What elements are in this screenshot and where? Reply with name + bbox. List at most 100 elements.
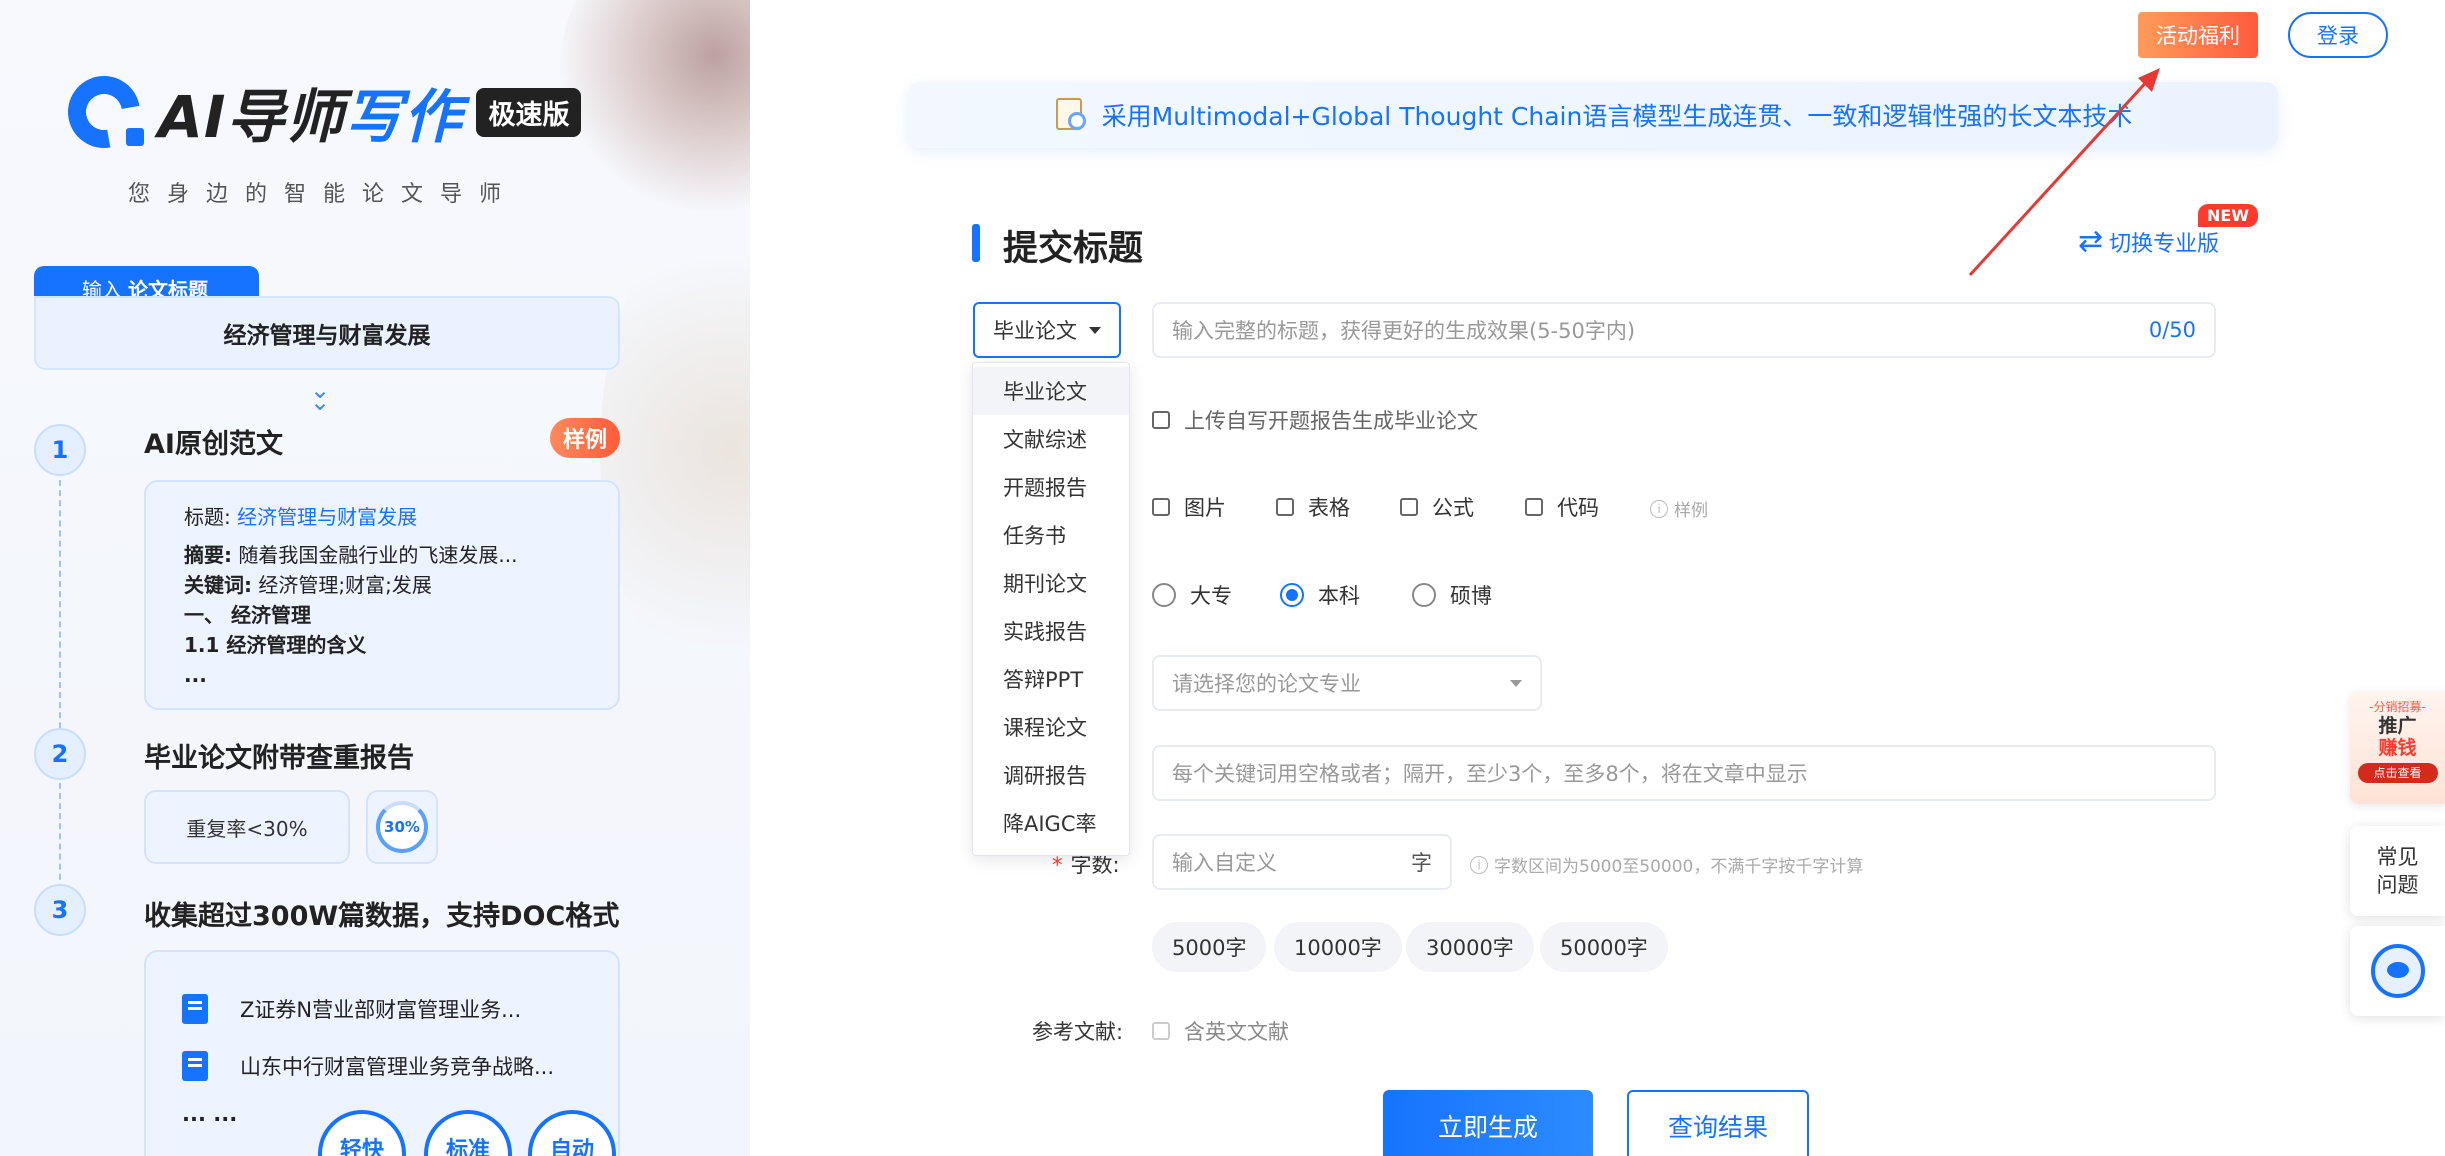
step-number-1: 1 [34, 424, 86, 476]
step-title-2: 毕业论文附带查重报告 [144, 736, 414, 781]
extra-image-checkbox[interactable]: 图片 [1152, 492, 1226, 522]
dropdown-item[interactable]: 毕业论文 [973, 367, 1129, 415]
wordcount-tag-10000[interactable]: 10000字 [1274, 922, 1402, 972]
dropdown-item[interactable]: 降AIGC率 [973, 799, 1129, 847]
reference-label: 参考文献: [1032, 1020, 1124, 1044]
sample-badge[interactable]: 样例 [550, 418, 620, 458]
example-title-box: 经济管理与财富发展 [34, 296, 620, 370]
level-label: 本科 [1318, 584, 1360, 608]
query-result-button[interactable]: 查询结果 [1627, 1090, 1809, 1156]
logo-mark-icon [53, 61, 155, 163]
level-label: 硕博 [1450, 584, 1492, 608]
sample-heading-1: 一、 经济管理 [184, 603, 311, 627]
dropdown-item[interactable]: 实践报告 [973, 607, 1129, 655]
login-button[interactable]: 登录 [2288, 12, 2388, 58]
wordcount-tag-5000[interactable]: 5000字 [1152, 922, 1267, 972]
faq-button[interactable]: 常见问题 [2350, 826, 2445, 916]
paper-type-select[interactable]: 毕业论文 [973, 302, 1121, 358]
sample-abstract-label: 摘要: [184, 543, 232, 567]
level-radio-college[interactable]: 大专 [1152, 580, 1232, 610]
title-input[interactable]: 输入完整的标题，获得更好的生成效果(5-50字内) 0/50 [1152, 302, 2216, 358]
intro-panel: AI导师写作 极速版 您身边的智能论文导师 输入 论文标题 经济管理与财富发展 ⌄… [0, 0, 750, 1156]
radio-icon [1412, 583, 1436, 607]
upload-proposal-label: 上传自写开题报告生成毕业论文 [1184, 409, 1478, 433]
radio-selected-icon [1280, 583, 1304, 607]
document-search-icon [1054, 96, 1090, 134]
duplicate-rate-ring: 30% [376, 801, 428, 853]
extras-sample-hint[interactable]: i 样例 [1650, 496, 1708, 521]
sample-title-value: 经济管理与财富发展 [237, 505, 418, 529]
level-radio-master[interactable]: 硕博 [1412, 580, 1492, 610]
checkbox-icon [1152, 1022, 1170, 1040]
generate-button[interactable]: 立即生成 [1383, 1090, 1593, 1156]
promo-cta: 点击查看 [2357, 763, 2438, 783]
promo-recruit-widget[interactable]: -分销招募- 推广 赚钱 点击查看 [2350, 692, 2445, 804]
headset-icon [2370, 944, 2425, 998]
background-decoration [600, 200, 750, 700]
list-item: Z证券N营业部财富管理业务... [182, 980, 582, 1037]
switch-pro-link[interactable]: ⇄ 切换专业版 [2078, 226, 2219, 258]
wordcount-tag-50000[interactable]: 50000字 [1540, 922, 1668, 972]
checkbox-icon [1400, 498, 1418, 516]
welfare-button[interactable]: 活动福利 [2138, 12, 2258, 58]
dropdown-item[interactable]: 期刊论文 [973, 559, 1129, 607]
section-accent-bar [972, 224, 980, 262]
checkbox-icon [1152, 411, 1170, 429]
sample-title-row: 标题: 经济管理与财富发展 [184, 502, 580, 532]
info-icon: i [1650, 499, 1668, 518]
faq-label: 常见问题 [2376, 845, 2419, 897]
dropdown-item[interactable]: 调研报告 [973, 751, 1129, 799]
title-input-placeholder: 输入完整的标题，获得更好的生成效果(5-50字内) [1172, 319, 1636, 343]
dropdown-item[interactable]: 课程论文 [973, 703, 1129, 751]
english-reference-checkbox[interactable]: 含英文文献 [1152, 1016, 1289, 1046]
extra-formula-checkbox[interactable]: 公式 [1400, 492, 1474, 522]
sample-abstract-value: 随着我国金融行业的飞速发展... [238, 543, 518, 567]
title-char-count: 0/50 [2148, 318, 2196, 342]
duplicate-rate-box: 重复率<30% [144, 790, 350, 864]
checkbox-icon [1525, 498, 1543, 516]
radio-icon [1152, 583, 1176, 607]
caret-down-icon [1510, 679, 1522, 687]
list-item: 山东中行财富管理业务竞争战略... [182, 1037, 582, 1094]
caret-down-icon [1089, 326, 1101, 334]
step-number-3: 3 [34, 884, 86, 936]
sample-title-label: 标题: [184, 505, 231, 529]
extra-table-checkbox[interactable]: 表格 [1276, 492, 1350, 522]
sample-keywords-value: 经济管理;财富;发展 [258, 573, 432, 597]
document-icon [182, 1050, 208, 1081]
step-title-3: 收集超过300W篇数据，支持DOC格式 [144, 894, 620, 939]
switch-pro-label: 切换专业版 [2109, 232, 2220, 257]
customer-service-button[interactable] [2350, 926, 2445, 1016]
wordcount-input[interactable]: 输入自定义 字 [1152, 834, 1452, 890]
sample-keywords-row: 关键词: 经济管理;财富;发展 [184, 570, 580, 600]
logo-text-b: 写作 [344, 83, 463, 151]
extra-label: 图片 [1184, 496, 1226, 520]
wordcount-hint-text: 字数区间为5000至50000，不满千字按千字计算 [1494, 857, 1864, 877]
extra-code-checkbox[interactable]: 代码 [1525, 492, 1599, 522]
step-title-1: AI原创范文 [144, 422, 283, 467]
new-badge: NEW [2198, 204, 2258, 227]
doc-title: Z证券N营业部财富管理业务... [240, 997, 522, 1022]
dropdown-item[interactable]: 开题报告 [973, 463, 1129, 511]
english-reference-label: 含英文文献 [1184, 1020, 1289, 1044]
paper-type-value: 毕业论文 [993, 319, 1077, 343]
sample-paper-card: 标题: 经济管理与财富发展 摘要: 随着我国金融行业的飞速发展... 关键词: … [144, 480, 620, 710]
extras-hint-label: 样例 [1674, 501, 1708, 521]
sample-more: ... [184, 663, 207, 687]
dropdown-item[interactable]: 答辩PPT [973, 655, 1129, 703]
paper-type-dropdown: 毕业论文 文献综述 开题报告 任务书 期刊论文 实践报告 答辩PPT 课程论文 … [972, 362, 1130, 856]
dropdown-item[interactable]: 文献综述 [973, 415, 1129, 463]
level-radio-bachelor[interactable]: 本科 [1280, 580, 1360, 610]
wordcount-hint: i 字数区间为5000至50000，不满千字按千字计算 [1470, 852, 1863, 877]
keywords-input[interactable]: 每个关键词用空格或者；隔开，至少3个，至多8个，将在文章中显示 [1152, 745, 2216, 801]
promo-line2: 赚钱 [2378, 737, 2417, 759]
swap-icon: ⇄ [2078, 224, 2104, 259]
major-select[interactable]: 请选择您的论文专业 [1152, 655, 1542, 711]
section-title: 提交标题 [1003, 229, 1144, 269]
upload-proposal-checkbox[interactable]: 上传自写开题报告生成毕业论文 [1152, 405, 1478, 435]
extra-label: 公式 [1432, 496, 1474, 520]
dropdown-item[interactable]: 任务书 [973, 511, 1129, 559]
logo: AI导师写作 极速版 [53, 61, 582, 163]
wordcount-tag-30000[interactable]: 30000字 [1406, 922, 1534, 972]
level-label: 大专 [1190, 584, 1232, 608]
